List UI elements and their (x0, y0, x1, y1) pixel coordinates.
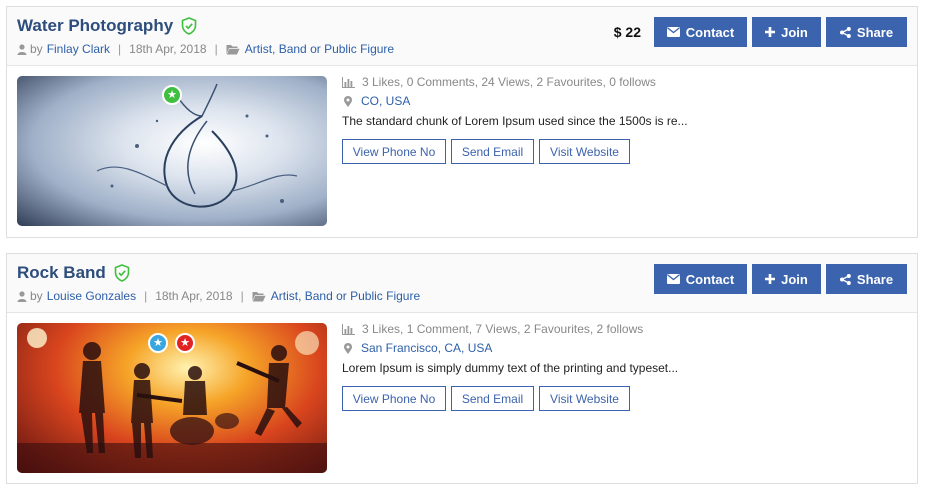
share-icon (839, 26, 851, 38)
by-label: by (30, 289, 43, 303)
share-button[interactable]: Share (826, 264, 907, 294)
listing-info: 3 Likes, 1 Comment, 7 Views, 2 Favourite… (342, 321, 907, 411)
plus-icon (765, 274, 776, 284)
listing-stats: 3 Likes, 1 Comment, 7 Views, 2 Favourite… (342, 321, 907, 337)
stats-text: 3 Likes, 0 Comments, 24 Views, 2 Favouri… (362, 75, 656, 89)
featured-badge: ★ (162, 85, 182, 105)
listing-body: ★ 3 Likes, 0 Comments, 24 Views, 2 Favou… (7, 66, 917, 237)
listing-meta: by Louise Gonzales | 18th Apr, 2018 | Ar… (17, 289, 420, 303)
join-label: Join (781, 271, 808, 287)
listing-links: View Phone No Send Email Visit Website (342, 386, 907, 411)
by-label: by (30, 42, 43, 56)
listing-image[interactable]: ★ ★ (17, 323, 327, 473)
category-link[interactable]: Artist, Band or Public Figure (271, 289, 420, 303)
star-icon: ★ (180, 336, 190, 349)
listing-location: CO, USA (342, 93, 907, 109)
listing-info: 3 Likes, 0 Comments, 24 Views, 2 Favouri… (342, 74, 907, 164)
author-link[interactable]: Louise Gonzales (47, 289, 136, 303)
join-label: Join (781, 24, 808, 40)
contact-button[interactable]: Contact (654, 264, 747, 294)
meta-divider: | (240, 289, 244, 303)
share-label: Share (856, 271, 894, 287)
verified-shield-icon (114, 264, 130, 282)
meta-divider: | (144, 289, 148, 303)
featured-badge: ★ (175, 333, 195, 353)
folder-open-icon (226, 44, 240, 54)
listing-date: 18th Apr, 2018 (155, 289, 233, 303)
visit-website-button[interactable]: Visit Website (539, 386, 630, 411)
location-text[interactable]: San Francisco, CA, USA (361, 341, 492, 355)
bar-chart-icon (342, 76, 355, 88)
map-marker-icon (344, 342, 352, 354)
share-icon (839, 273, 851, 285)
listing-location: San Francisco, CA, USA (342, 340, 907, 356)
listing-header: Rock Band by Louise Gonzales | 18th Apr,… (7, 254, 917, 313)
listing-title[interactable]: Rock Band (17, 263, 106, 283)
listing-title-row: Rock Band (17, 263, 130, 283)
folder-open-icon (252, 291, 266, 301)
listing-actions: Contact Join Share (654, 264, 907, 294)
star-icon: ★ (153, 336, 163, 349)
category-link[interactable]: Artist, Band or Public Figure (245, 42, 394, 56)
share-button[interactable]: Share (826, 17, 907, 47)
bar-chart-icon (342, 323, 355, 335)
featured-badge: ★ (148, 333, 168, 353)
contact-label: Contact (685, 271, 735, 287)
star-icon: ★ (167, 88, 177, 101)
join-button[interactable]: Join (752, 17, 821, 47)
map-marker-icon (344, 95, 352, 107)
envelope-icon (666, 27, 680, 37)
listing-description: Lorem Ipsum is simply dummy text of the … (342, 361, 679, 375)
listing-title[interactable]: Water Photography (17, 16, 173, 36)
listing-links: View Phone No Send Email Visit Website (342, 139, 907, 164)
share-label: Share (856, 24, 894, 40)
user-icon (17, 290, 27, 302)
listing-body: ★ ★ 3 Likes, 1 Comment, 7 Views, 2 Favou… (7, 313, 917, 483)
envelope-icon (666, 274, 680, 284)
location-text[interactable]: CO, USA (361, 94, 410, 108)
listing-image[interactable]: ★ (17, 76, 327, 226)
listing-price: $ 22 (613, 24, 641, 40)
join-button[interactable]: Join (752, 264, 821, 294)
contact-label: Contact (685, 24, 735, 40)
plus-icon (765, 27, 776, 37)
stats-text: 3 Likes, 1 Comment, 7 Views, 2 Favourite… (362, 322, 644, 336)
contact-button[interactable]: Contact (654, 17, 747, 47)
listing-date: 18th Apr, 2018 (129, 42, 207, 56)
meta-divider: | (214, 42, 218, 56)
listing-card: Rock Band by Louise Gonzales | 18th Apr,… (6, 253, 918, 484)
concert-illustration (17, 328, 327, 473)
listing-meta: by Finlay Clark | 18th Apr, 2018 | Artis… (17, 42, 394, 56)
user-icon (17, 43, 27, 55)
listing-actions: $ 22 Contact Join Share (614, 17, 907, 47)
send-email-button[interactable]: Send Email (451, 386, 534, 411)
visit-website-button[interactable]: Visit Website (539, 139, 630, 164)
view-phone-button[interactable]: View Phone No (342, 139, 446, 164)
listing-stats: 3 Likes, 0 Comments, 24 Views, 2 Favouri… (342, 74, 907, 90)
listing-description: The standard chunk of Lorem Ipsum used s… (342, 114, 688, 128)
send-email-button[interactable]: Send Email (451, 139, 534, 164)
listing-header: Water Photography by Finlay Clark | 18th… (7, 7, 917, 66)
listing-title-row: Water Photography (17, 16, 197, 36)
verified-shield-icon (181, 17, 197, 35)
view-phone-button[interactable]: View Phone No (342, 386, 446, 411)
listing-card: Water Photography by Finlay Clark | 18th… (6, 6, 918, 238)
author-link[interactable]: Finlay Clark (47, 42, 110, 56)
meta-divider: | (118, 42, 122, 56)
